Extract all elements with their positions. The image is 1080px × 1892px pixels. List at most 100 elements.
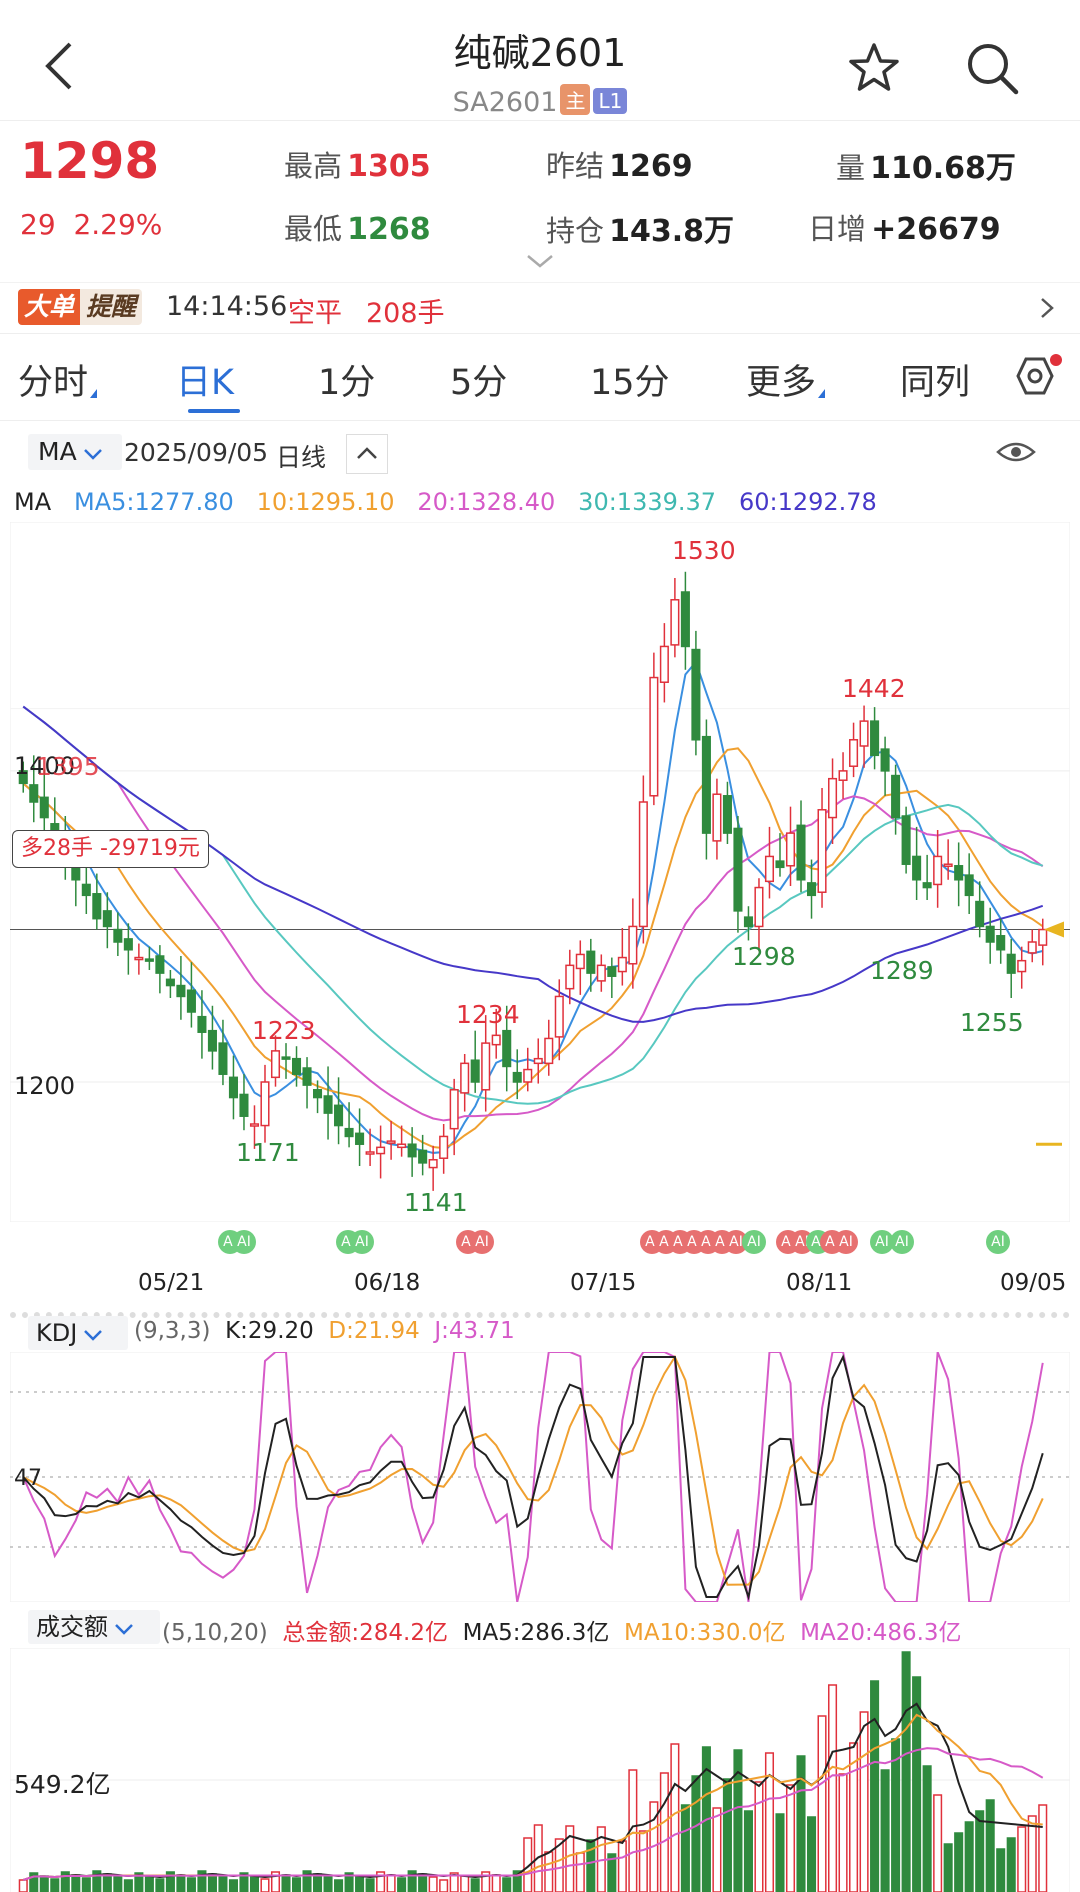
turnover-bar-down: [323, 1876, 333, 1892]
tab-5min[interactable]: 5分: [450, 354, 507, 405]
ai-signal-badge[interactable]: AI: [742, 1230, 766, 1254]
turnover-bar-down: [186, 1877, 196, 1892]
ai-signal-badge[interactable]: AI: [834, 1230, 858, 1254]
candle-down: [355, 1132, 365, 1145]
alert-type: 空平: [288, 298, 342, 329]
turnover-bar-down: [901, 1651, 911, 1892]
price-change: 29 2.29%: [20, 208, 162, 241]
candle-down: [743, 916, 753, 928]
turnover-legend: (5,10,20) 总金额:284.2亿 MA5:286.3亿 MA10:330…: [162, 1613, 962, 1647]
tab-timeshare[interactable]: 分时: [18, 354, 98, 405]
high-label: 最高: [284, 149, 343, 183]
l1-tag[interactable]: L1: [593, 88, 628, 114]
candle-up: [565, 964, 575, 990]
candle-down: [186, 989, 196, 1013]
turnover-bar-down: [722, 1778, 732, 1892]
low-value: 1268: [347, 212, 431, 247]
chevron-down-icon: [84, 1330, 103, 1341]
dropdown-corner-icon: [90, 389, 98, 398]
eye-icon[interactable]: [996, 438, 1036, 466]
candle-down: [1006, 953, 1016, 974]
turnover-bar-up: [260, 1878, 270, 1892]
annotation-high: 1234: [456, 1000, 520, 1029]
candle-down: [996, 935, 1006, 951]
turnover-ma10: MA10:330.0亿: [624, 1620, 786, 1646]
chevron-down-icon: [83, 449, 102, 460]
kdj-chart[interactable]: [10, 1352, 1070, 1602]
candle-up: [670, 599, 680, 646]
collapse-button[interactable]: [346, 434, 388, 474]
big-order-alert[interactable]: 大单 提醒 14:14:56 空平 208手: [0, 282, 1080, 334]
turnover-bar-up: [817, 1715, 827, 1892]
tab-1min[interactable]: 1分: [318, 354, 375, 405]
candle-down: [954, 865, 964, 881]
position-pnl-tag[interactable]: 多28手 -29719元: [12, 830, 209, 868]
annotation-high: 1395: [36, 752, 100, 781]
turnover-bar-up: [670, 1743, 680, 1892]
candle-up: [838, 770, 848, 781]
indicator-selector-ma[interactable]: MA: [28, 434, 122, 470]
x-label: 08/11: [786, 1270, 853, 1296]
turnover-ma5: MA5:286.3亿: [462, 1620, 610, 1646]
candle-down: [512, 1071, 522, 1083]
tab-label: 日K: [176, 363, 234, 403]
candle-up: [1017, 959, 1027, 973]
turnover-bar-up: [439, 1879, 449, 1892]
settings-hex-icon[interactable]: [1004, 354, 1068, 404]
ai-signal-badge[interactable]: AI: [232, 1230, 256, 1254]
candle-up: [481, 1042, 491, 1091]
turnover-bar-up: [659, 1772, 669, 1892]
candle-down: [334, 1104, 344, 1127]
turnover-bar-down: [123, 1879, 133, 1892]
turnover-bar-up: [1017, 1826, 1027, 1892]
indicator-selector-kdj[interactable]: (9,3,3)KDJ: [28, 1316, 128, 1350]
search-icon[interactable]: [964, 40, 1020, 96]
candle-down: [470, 1059, 480, 1083]
ai-signal-badge[interactable]: AI: [470, 1230, 494, 1254]
ma20-value: 20:1328.40: [417, 488, 556, 516]
oi-label: 持仓: [546, 214, 605, 248]
turnover-bar-down: [113, 1876, 123, 1892]
indicator-selector-turnover[interactable]: 成交额: [28, 1610, 160, 1644]
candle-down: [775, 860, 785, 869]
candle-down: [502, 1029, 512, 1068]
candle-down: [922, 882, 932, 889]
turnover-bar-up: [544, 1851, 554, 1892]
candle-up: [575, 953, 585, 970]
tab-more[interactable]: 更多: [746, 354, 826, 405]
turnover-bar-down: [144, 1875, 154, 1892]
candlestick-chart[interactable]: [10, 522, 1070, 1222]
candle-up: [617, 956, 627, 973]
change-pct: 2.29%: [73, 208, 163, 241]
turnover-chart[interactable]: [10, 1648, 1070, 1892]
vol-label: 量: [836, 151, 866, 185]
ai-signal-badge[interactable]: AI: [986, 1230, 1010, 1254]
chevron-right-icon[interactable]: [1040, 297, 1054, 319]
prev-value: 1269: [609, 149, 693, 184]
turnover-bar-down: [964, 1821, 974, 1892]
candle-up: [754, 886, 764, 928]
candle-up: [638, 801, 648, 928]
turnover-bar-down: [218, 1876, 228, 1892]
turnover-bar-down: [996, 1848, 1006, 1892]
x-label: 05/21: [138, 1270, 205, 1296]
star-icon[interactable]: [848, 42, 900, 94]
expand-chevron-icon[interactable]: [526, 254, 554, 268]
chevron-down-icon: [115, 1624, 133, 1635]
turnover-bar-up: [428, 1876, 438, 1892]
turnover-bar-down: [176, 1874, 186, 1892]
tab-daily-k[interactable]: 日K: [176, 354, 240, 413]
ma-legend: MA MA5:1277.80 10:1295.10 20:1328.40 30:…: [14, 488, 877, 516]
candle-down: [607, 966, 617, 977]
turnover-bar-down: [943, 1843, 953, 1892]
candle-up: [544, 1037, 554, 1065]
candle-up: [849, 739, 859, 767]
tab-label: 分时: [18, 363, 89, 403]
x-label: 06/18: [354, 1270, 421, 1296]
turnover-bar-down: [102, 1873, 112, 1892]
tab-15min[interactable]: 15分: [590, 354, 670, 405]
tab-compare[interactable]: 同列: [900, 354, 970, 405]
active-tab-underline: [188, 409, 240, 413]
ai-signal-badge[interactable]: AI: [890, 1230, 914, 1254]
ai-signal-badge[interactable]: AI: [350, 1230, 374, 1254]
